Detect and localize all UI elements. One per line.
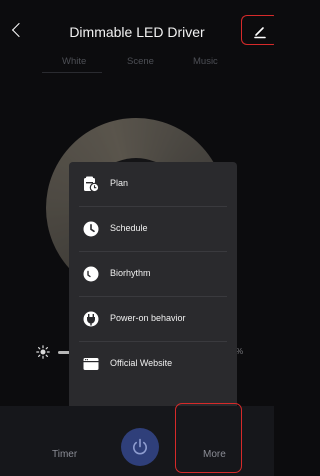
- menu-item-label: Schedule: [110, 223, 148, 233]
- menu-item-biorhythm[interactable]: Biorhythm: [69, 252, 237, 297]
- tab-underline: [42, 72, 102, 73]
- website-icon: [83, 358, 99, 370]
- menu-item-label: Plan: [110, 178, 129, 188]
- more-highlight-box: [175, 403, 242, 473]
- brightness-icon: [36, 345, 50, 359]
- plan-icon: [84, 176, 100, 193]
- clock-icon: [83, 221, 99, 237]
- brightness-percent: %: [236, 347, 244, 356]
- tab-music[interactable]: Music: [193, 56, 218, 67]
- timer-button[interactable]: Timer: [52, 449, 77, 460]
- menu-item-plan[interactable]: Plan: [69, 162, 237, 207]
- power-icon: [133, 438, 147, 455]
- tab-scene[interactable]: Scene: [127, 56, 154, 67]
- menu-item-official-website[interactable]: Official Website: [69, 342, 237, 387]
- menu-item-label: Official Website: [110, 358, 173, 368]
- menu-item-schedule[interactable]: Schedule: [69, 207, 237, 252]
- menu-item-label: Biorhythm: [110, 268, 151, 278]
- tab-white[interactable]: White: [62, 56, 86, 67]
- top-bar: Dimmable LED Driver: [0, 0, 274, 46]
- more-menu-popup: Plan Schedule Biorhythm Power-on behavio…: [69, 162, 237, 410]
- mode-tabs: White Scene Music: [0, 50, 274, 74]
- page-title: Dimmable LED Driver: [69, 24, 205, 40]
- menu-item-label: Power-on behavior: [110, 313, 186, 323]
- plug-icon: [83, 311, 99, 327]
- back-icon[interactable]: [11, 22, 27, 38]
- menu-item-power-on-behavior[interactable]: Power-on behavior: [69, 297, 237, 342]
- power-button[interactable]: [121, 428, 159, 466]
- app-screen: Dimmable LED Driver White Scene Music %: [0, 0, 274, 476]
- biorhythm-icon: [83, 266, 99, 282]
- edit-highlight-box: [241, 15, 274, 45]
